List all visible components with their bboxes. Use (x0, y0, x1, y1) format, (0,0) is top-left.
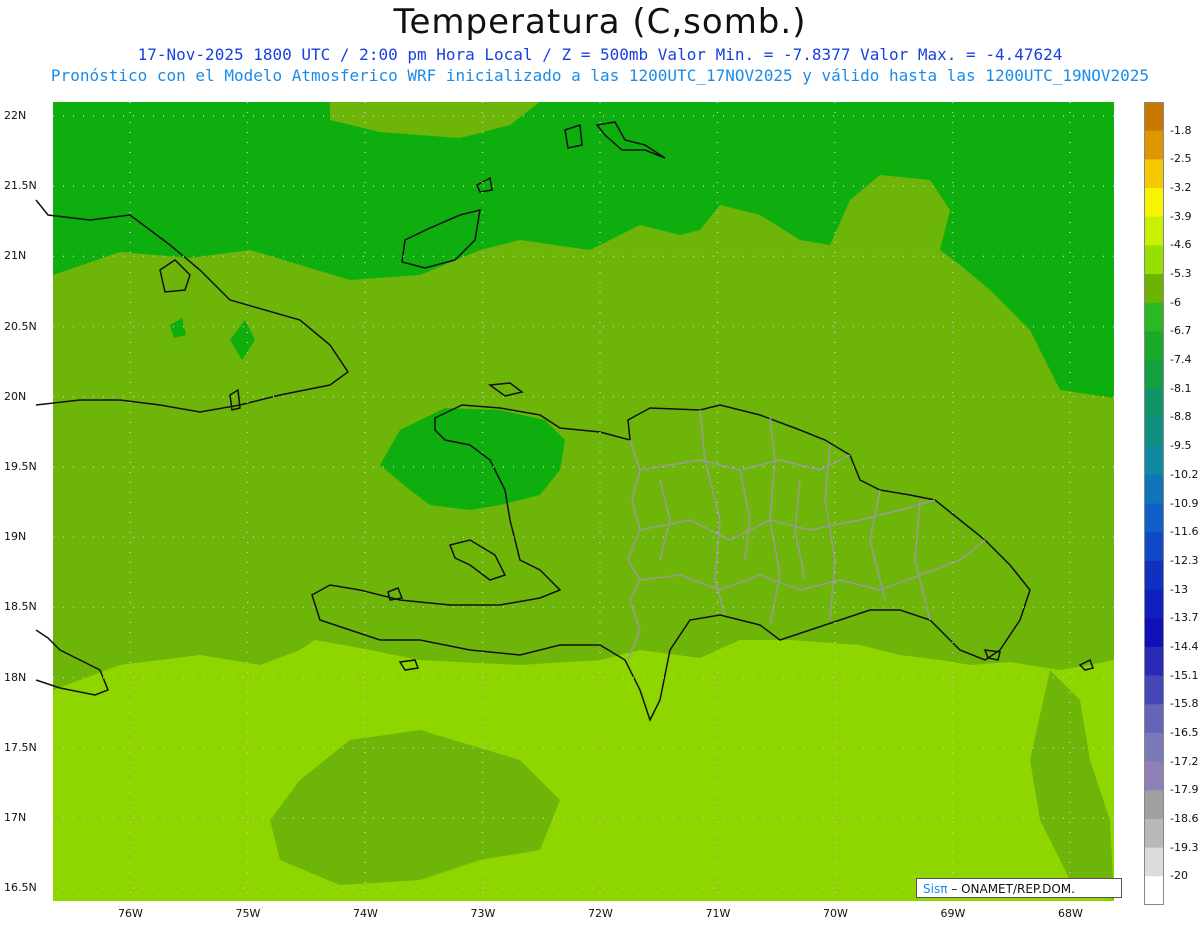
lat-label: 19.5N (4, 460, 37, 473)
lat-label: 20N (4, 389, 27, 403)
lat-label: 21.5N (4, 179, 37, 193)
colorbar-swatch (1144, 818, 1164, 849)
lon-label: 72W (588, 907, 613, 920)
colorbar-swatch (1144, 302, 1164, 332)
colorbar-swatch (1144, 102, 1164, 132)
colorbar-swatch (1144, 245, 1164, 275)
colorbar-label: -12.3 (1170, 553, 1199, 567)
colorbar-label: -8.1 (1170, 381, 1192, 395)
colorbar-label: -6.7 (1170, 324, 1192, 338)
lon-label: 74W (353, 907, 378, 920)
lon-label: 76W (118, 907, 143, 920)
colorbar-label: -18.6 (1170, 811, 1199, 825)
colorbar-swatch (1144, 417, 1164, 447)
lon-label: 68W (1058, 907, 1083, 920)
colorbar-label: -1.8 (1170, 123, 1192, 137)
temperature-band-light-south (53, 640, 1114, 901)
colorbar-swatch (1144, 159, 1164, 189)
colorbar-label: -20 (1170, 869, 1188, 883)
colorbar-swatch (1144, 388, 1164, 418)
lat-label: 20.5N (4, 319, 37, 333)
colorbar (1144, 102, 1164, 905)
colorbar-label: -15.1 (1170, 668, 1199, 682)
lon-label: 75W (235, 907, 261, 920)
colorbar-label: -5.3 (1170, 267, 1192, 281)
colorbar-swatch (1144, 474, 1164, 504)
lat-label: 17N (4, 811, 27, 824)
colorbar-swatch (1144, 618, 1164, 648)
colorbar-label: -13.7 (1170, 611, 1199, 625)
lat-label: 16.5N (4, 881, 37, 895)
lon-label: 70W (823, 907, 848, 920)
credit-text: – ONAMET/REP.DOM. (947, 882, 1075, 896)
lat-label: 19N (4, 530, 27, 544)
colorbar-label: -17.2 (1170, 754, 1199, 768)
lat-label: 22N (4, 109, 27, 122)
lat-label: 18.5N (4, 600, 37, 614)
colorbar-swatch (1144, 532, 1164, 562)
colorbar-label: -16.5 (1170, 725, 1199, 739)
colorbar-label: -8.8 (1170, 410, 1192, 424)
credit-box: Sisπ – ONAMET/REP.DOM. (916, 878, 1122, 898)
colorbar-label: -9.5 (1170, 439, 1192, 453)
colorbar-label: -14.4 (1170, 639, 1199, 653)
lon-label: 71W (705, 907, 731, 920)
colorbar-swatch (1144, 360, 1164, 390)
colorbar-swatch (1144, 589, 1164, 619)
lat-label: 21N (4, 249, 27, 263)
lon-label: 73W (470, 907, 496, 920)
colorbar-swatch (1144, 704, 1164, 734)
colorbar-swatch (1144, 188, 1164, 218)
colorbar-swatch (1144, 732, 1164, 763)
credit-brand: Sisπ (923, 882, 948, 896)
colorbar-swatch (1144, 675, 1164, 705)
colorbar-label: -3.9 (1170, 209, 1192, 223)
colorbar-swatch (1144, 876, 1164, 905)
colorbar-swatch (1144, 560, 1164, 591)
colorbar-swatch (1144, 646, 1164, 677)
colorbar-swatch (1144, 331, 1164, 361)
colorbar-swatch (1144, 274, 1164, 304)
colorbar-swatch (1144, 847, 1164, 877)
colorbar-label: -13 (1170, 582, 1188, 596)
colorbar-swatch (1144, 130, 1164, 160)
temperature-map (35, 102, 1114, 901)
colorbar-label: -17.9 (1170, 783, 1199, 797)
colorbar-swatch (1144, 446, 1164, 476)
colorbar-label: -6 (1170, 295, 1181, 309)
colorbar-label: -19.3 (1170, 840, 1199, 854)
colorbar-label: -7.4 (1170, 353, 1192, 367)
colorbar-swatch (1144, 790, 1164, 820)
lon-label: 69W (940, 907, 966, 920)
colorbar-label: -4.6 (1170, 238, 1192, 252)
colorbar-swatch (1144, 216, 1164, 246)
colorbar-label: -15.8 (1170, 697, 1199, 711)
colorbar-label: -3.2 (1170, 181, 1192, 195)
colorbar-swatch (1144, 761, 1164, 791)
colorbar-swatch (1144, 503, 1164, 533)
lat-label: 17.5N (4, 740, 37, 754)
lat-label: 18N (4, 670, 27, 684)
colorbar-label: -2.5 (1170, 152, 1192, 166)
colorbar-label: -10.2 (1170, 467, 1199, 481)
colorbar-label: -10.9 (1170, 496, 1199, 510)
colorbar-label: -11.6 (1170, 525, 1199, 539)
